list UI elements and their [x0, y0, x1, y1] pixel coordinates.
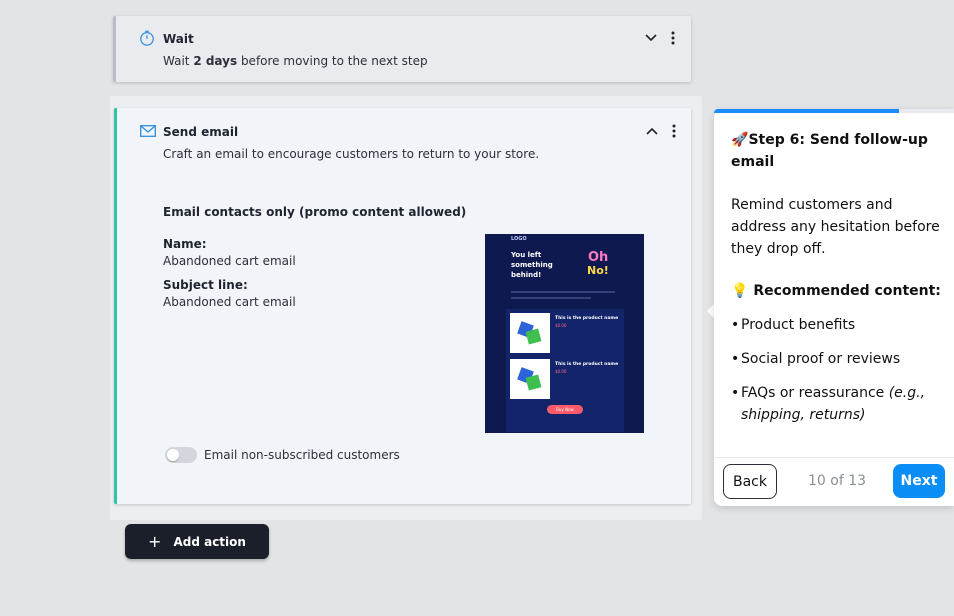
- add-action-button[interactable]: + Add action: [125, 524, 269, 559]
- more-options-icon[interactable]: [666, 123, 682, 139]
- list-item: FAQs or reassurance (e.g., shipping, ret…: [731, 382, 951, 426]
- tour-step-count: 10 of 13: [808, 473, 867, 489]
- tour-recommended-title: 💡 Recommended content:: [731, 283, 941, 299]
- preview-headline-2: something: [511, 261, 553, 269]
- email-mode-label: Email contacts only (promo content allow…: [163, 205, 467, 219]
- tour-step-title: 🚀Step 6: Send follow-up email: [731, 132, 928, 170]
- preview-headline-1: You left: [511, 251, 542, 259]
- tour-progress-fill: [714, 109, 899, 113]
- preview-badge-no: No!: [587, 264, 609, 277]
- send-email-description: Craft an email to encourage customers to…: [163, 147, 540, 161]
- send-email-step-card[interactable]: Send email Craft an email to encourage c…: [114, 108, 691, 504]
- preview-product-price: $0.00: [555, 369, 567, 374]
- preview-text-line: [511, 297, 591, 299]
- chevron-down-icon[interactable]: [643, 30, 659, 46]
- more-options-icon[interactable]: [665, 30, 681, 46]
- send-email-title: Send email: [163, 125, 239, 139]
- preview-cta-button: Buy Now: [547, 405, 583, 414]
- add-action-label: Add action: [173, 534, 246, 549]
- wait-step-card[interactable]: Wait Wait 2 days before moving to the ne…: [113, 16, 691, 82]
- preview-logo: LOGO: [511, 236, 527, 242]
- preview-product-name: This is the product name: [555, 362, 619, 367]
- preview-product-image: [510, 359, 550, 399]
- preview-product-price: $0.00: [555, 323, 567, 328]
- tour-next-button[interactable]: Next: [893, 464, 945, 498]
- rocket-icon: 🚀: [731, 132, 749, 148]
- preview-product-name: This is the product name: [555, 316, 619, 321]
- non-subscribed-toggle[interactable]: [165, 447, 197, 463]
- chevron-up-icon[interactable]: [644, 123, 660, 139]
- divider: [714, 457, 954, 458]
- name-label: Name:: [163, 237, 207, 251]
- name-value: Abandoned cart email: [163, 254, 296, 268]
- tour-back-button[interactable]: Back: [723, 464, 777, 499]
- stopwatch-icon: [139, 30, 155, 46]
- preview-product-image: [510, 313, 550, 353]
- subject-label: Subject line:: [163, 278, 248, 292]
- tour-body: Remind customers and address any hesitat…: [731, 197, 940, 257]
- wait-step-title: Wait: [163, 32, 194, 46]
- non-subscribed-label: Email non-subscribed customers: [204, 448, 400, 462]
- email-preview[interactable]: LOGO You left something behind! Oh No! T…: [485, 234, 644, 433]
- preview-product-panel: This is the product name $0.00 This is t…: [506, 309, 624, 432]
- preview-text-line: [511, 291, 615, 293]
- envelope-icon: [140, 123, 156, 139]
- tour-popover: 🚀Step 6: Send follow-up email Remind cus…: [714, 109, 954, 506]
- preview-headline-3: behind!: [511, 271, 542, 279]
- lightbulb-icon: 💡: [731, 283, 749, 299]
- preview-badge-oh: Oh: [588, 250, 609, 265]
- plus-icon: +: [148, 531, 162, 551]
- list-item: Social proof or reviews: [731, 348, 951, 370]
- subject-value: Abandoned cart email: [163, 295, 296, 309]
- tour-recommended-list: Product benefits Social proof or reviews…: [731, 314, 951, 438]
- tour-progress-bar: [714, 109, 954, 113]
- list-item: Product benefits: [731, 314, 951, 336]
- wait-step-description: Wait 2 days before moving to the next st…: [163, 54, 428, 68]
